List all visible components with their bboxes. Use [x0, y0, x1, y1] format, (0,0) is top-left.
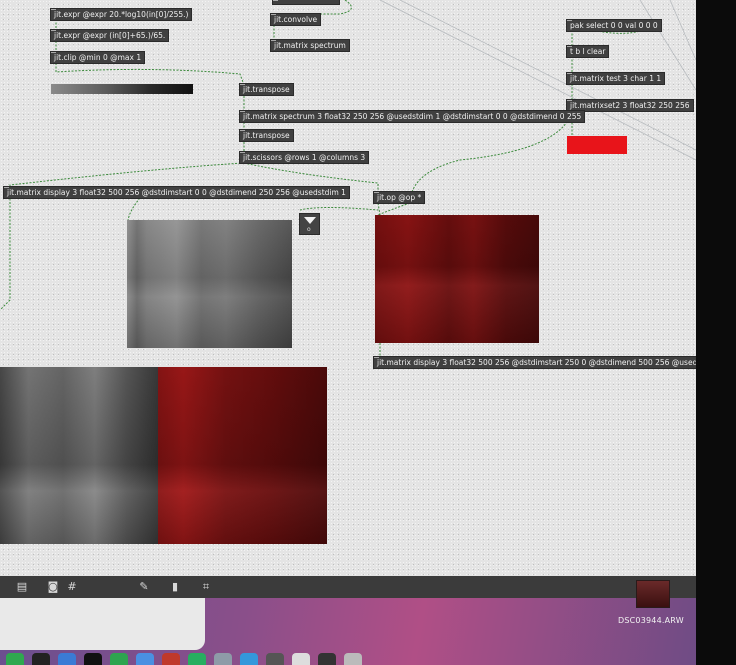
bang-button[interactable]: o [300, 214, 319, 234]
dock-app-icon[interactable] [292, 653, 310, 665]
color-swatch[interactable] [567, 136, 627, 154]
gradient-bar-display [51, 84, 193, 94]
wrench-icon[interactable]: ✎ [138, 581, 150, 593]
message-box[interactable]: pak select 0 0 val 0 0 0 [567, 20, 661, 31]
presentation-icon[interactable]: ▤ [16, 581, 28, 593]
object-box[interactable]: jit.clip @min 0 @max 1 [51, 52, 145, 63]
max-patcher-canvas[interactable]: jit.expr @expr 20.*log10(in[0]/255.) jit… [0, 0, 696, 576]
object-box[interactable]: jit.expr @expr 20.*log10(in[0]/255.) [51, 9, 192, 20]
display-red-half [158, 367, 327, 544]
object-box[interactable]: jit.convolve [271, 14, 321, 25]
dock-app-icon[interactable] [6, 653, 24, 665]
dock-app-icon[interactable] [162, 653, 180, 665]
dock [0, 652, 702, 665]
object-box[interactable]: jit.matrix display 3 float32 500 256 @ds… [374, 357, 696, 368]
dock-app-icon[interactable] [110, 653, 128, 665]
object-box[interactable]: jit.matrix test 3 char 1 1 [567, 73, 665, 84]
dock-app-icon[interactable] [136, 653, 154, 665]
jit-pwindow-red [375, 215, 539, 343]
patcher-bottom-toolbar: ▤ ◙ # ✎ ▮ ⌗ [0, 576, 696, 598]
grid-icon[interactable]: # [66, 581, 78, 593]
lock-icon[interactable]: ◙ [47, 581, 59, 593]
keyboard-icon[interactable]: ⌗ [200, 581, 212, 593]
dock-app-icon[interactable] [318, 653, 336, 665]
dock-app-icon[interactable] [32, 653, 50, 665]
dock-app-icon[interactable] [344, 653, 362, 665]
bang-indicator: o [307, 226, 311, 233]
object-box[interactable]: jit.matrixset2 3 float32 250 256 [567, 100, 693, 111]
jit-pwindow-gray [127, 220, 292, 348]
dock-app-icon[interactable] [84, 653, 102, 665]
object-box[interactable]: jit.expr @expr (in[0]+65.)/65. [51, 30, 169, 41]
object-box-clipped[interactable] [273, 0, 339, 4]
object-box[interactable]: jit.matrix spectrum [271, 40, 349, 51]
dock-app-icon[interactable] [58, 653, 76, 665]
object-box[interactable]: jit.scissors @rows 1 @columns 3 [240, 152, 369, 163]
desktop-window-fragment [0, 598, 205, 650]
dock-app-icon[interactable] [214, 653, 232, 665]
object-box[interactable]: jit.transpose [240, 130, 293, 141]
inspector-icon[interactable]: ▮ [169, 581, 181, 593]
object-box[interactable]: jit.matrix spectrum 3 float32 250 256 @u… [240, 111, 585, 122]
object-box[interactable]: jit.op @op * [374, 192, 425, 203]
dock-app-icon[interactable] [266, 653, 284, 665]
file-label[interactable]: DSC03944.ARW [618, 616, 684, 625]
trigger-icon [304, 217, 316, 224]
dock-app-icon[interactable] [188, 653, 206, 665]
object-box[interactable]: t b l clear [567, 46, 609, 57]
dock-app-icon[interactable] [240, 653, 258, 665]
object-box[interactable]: jit.matrix display 3 float32 500 256 @ds… [4, 187, 349, 198]
display-gray-half [0, 367, 158, 544]
jit-pwindow-combined [0, 367, 327, 544]
file-thumbnail-icon[interactable] [636, 580, 670, 608]
object-box[interactable]: jit.transpose [240, 84, 293, 95]
